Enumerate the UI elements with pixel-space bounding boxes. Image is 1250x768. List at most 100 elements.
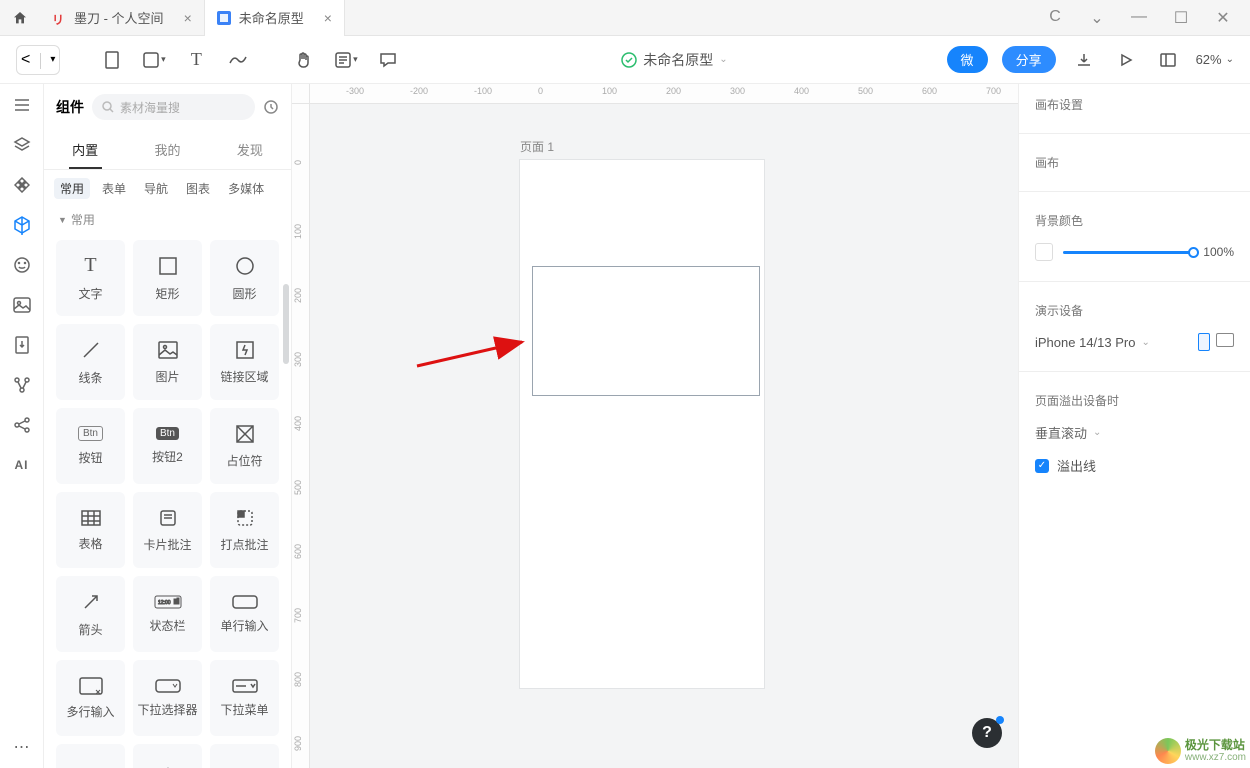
layers-icon[interactable]	[11, 134, 33, 156]
section-canvas: 画布	[1035, 154, 1234, 171]
panel-scrollbar[interactable]	[283, 284, 289, 364]
comp-placeholder[interactable]: 占位符	[210, 408, 279, 484]
outline-icon[interactable]	[11, 94, 33, 116]
panel-tabs: 内置 我的 发现	[44, 130, 291, 170]
watermark: 极光下载站 www.xz7.com	[1155, 738, 1246, 764]
note-icon[interactable]: ▾	[332, 46, 360, 74]
comp-textarea[interactable]: 多行输入	[56, 660, 125, 736]
comp-select[interactable]: 下拉选择器	[133, 660, 202, 736]
comp-star[interactable]	[133, 744, 202, 768]
wei-button[interactable]: 微	[947, 46, 988, 73]
shape-icon[interactable]: ▾	[140, 46, 168, 74]
document-title: 未命名原型	[643, 50, 713, 70]
section-header[interactable]: ▼常用	[44, 207, 291, 232]
cat-chart[interactable]: 图表	[180, 178, 216, 199]
comp-card-note[interactable]: 卡片批注	[133, 492, 202, 568]
chevron-down-icon[interactable]: ⌄	[719, 54, 727, 65]
color-swatch[interactable]	[1035, 243, 1053, 261]
download-icon[interactable]	[1070, 46, 1098, 74]
tree-icon[interactable]	[11, 374, 33, 396]
chevron-down-icon[interactable]: ▾	[50, 54, 55, 65]
maximize-icon[interactable]: ☐	[1172, 8, 1190, 28]
selection-rect[interactable]	[532, 266, 760, 396]
overflow-line-checkbox[interactable]: ✓	[1035, 459, 1049, 473]
comp-dot-note[interactable]: 打点批注	[210, 492, 279, 568]
comp-input[interactable]: 单行输入	[210, 576, 279, 652]
play-icon[interactable]	[1112, 46, 1140, 74]
hand-icon[interactable]	[290, 46, 318, 74]
tab-discover[interactable]: 发现	[209, 130, 291, 169]
image-icon[interactable]	[11, 294, 33, 316]
comp-text[interactable]: T文字	[56, 240, 125, 316]
comp-line[interactable]: 线条	[56, 324, 125, 400]
search-input[interactable]: 素材海量搜	[92, 94, 255, 120]
tab-builtin[interactable]: 内置	[44, 130, 126, 169]
cat-common[interactable]: 常用	[54, 178, 90, 199]
comp-button[interactable]: Btn按钮	[56, 408, 125, 484]
home-icon[interactable]	[0, 10, 40, 26]
page-icon[interactable]	[98, 46, 126, 74]
zoom-control[interactable]: 62%⌄	[1196, 52, 1234, 67]
panel-toggle-icon[interactable]	[1154, 46, 1182, 74]
browser-tab-1[interactable]: リ 墨刀 - 个人空间 ×	[40, 0, 205, 36]
comp-image[interactable]: 图片	[133, 324, 202, 400]
back-button-group[interactable]: < ｜ ▾	[16, 45, 60, 75]
minimize-icon[interactable]: —	[1130, 8, 1148, 28]
share-nodes-icon[interactable]	[11, 414, 33, 436]
annotation-arrow-top	[292, 184, 422, 274]
tab-mine[interactable]: 我的	[126, 130, 208, 169]
comp-arrow[interactable]: 箭头	[56, 576, 125, 652]
comp-circle[interactable]: 圆形	[210, 240, 279, 316]
comp-rect[interactable]: 矩形	[133, 240, 202, 316]
cat-nav[interactable]: 导航	[138, 178, 174, 199]
close-icon[interactable]: ×	[324, 10, 332, 26]
bg-opacity-slider[interactable]: 100%	[1035, 243, 1234, 261]
more-icon[interactable]: ⋯	[11, 736, 33, 758]
cat-form[interactable]: 表单	[96, 178, 132, 199]
comp-link-region[interactable]: 链接区域	[210, 324, 279, 400]
ruler-corner	[292, 84, 310, 104]
comment-icon[interactable]	[374, 46, 402, 74]
grid-icon[interactable]	[11, 174, 33, 196]
help-button[interactable]: ?	[972, 718, 1002, 748]
text-icon[interactable]: T	[182, 46, 210, 74]
comp-dropdown[interactable]: 下拉菜单	[210, 660, 279, 736]
overflow-label: 页面溢出设备时	[1035, 392, 1234, 409]
window-controls: C ⌄ — ☐ ✕	[1046, 8, 1250, 28]
device-select[interactable]: iPhone 14/13 Pro⌄	[1035, 335, 1150, 350]
panel-title: 组件	[56, 97, 84, 117]
refresh-icon[interactable]: C	[1046, 8, 1064, 28]
emoji-icon[interactable]	[11, 254, 33, 276]
history-icon[interactable]	[263, 99, 279, 115]
search-placeholder: 素材海量搜	[120, 99, 180, 116]
comp-button2[interactable]: Btn按钮2	[133, 408, 202, 484]
left-rail: AI ⋯	[0, 84, 44, 768]
connector-icon[interactable]	[224, 46, 252, 74]
page-label[interactable]: 页面 1	[520, 138, 554, 155]
components-icon[interactable]	[11, 214, 33, 236]
close-window-icon[interactable]: ✕	[1214, 8, 1232, 28]
scroll-select[interactable]: 垂直滚动⌄	[1035, 423, 1234, 442]
canvas[interactable]: -300 -200 -100 0 100 200 300 400 500 600…	[292, 84, 1018, 768]
close-icon[interactable]: ×	[184, 10, 192, 26]
ai-icon[interactable]: AI	[11, 454, 33, 476]
export-icon[interactable]	[11, 334, 33, 356]
orientation-icons[interactable]	[1198, 333, 1234, 351]
share-button[interactable]: 分享	[1002, 46, 1056, 73]
portrait-icon[interactable]	[1198, 333, 1210, 351]
comp-hexagon[interactable]	[56, 744, 125, 768]
comp-table[interactable]: 表格	[56, 492, 125, 568]
arrow-to-selection	[412, 334, 532, 374]
dropdown-icon[interactable]: ⌄	[1088, 8, 1106, 28]
comp-statusbar[interactable]: 12:00状态栏	[133, 576, 202, 652]
artboard[interactable]	[520, 160, 764, 688]
comp-triangle[interactable]	[210, 744, 279, 768]
document-title-area[interactable]: 未命名原型 ⌄	[416, 50, 932, 70]
saved-icon	[621, 52, 637, 68]
browser-tab-2[interactable]: 未命名原型 ×	[205, 0, 345, 36]
cat-media[interactable]: 多媒体	[222, 178, 270, 199]
annotation-arrow-a	[292, 184, 422, 274]
back-icon[interactable]: <	[21, 51, 30, 69]
landscape-icon[interactable]	[1216, 333, 1234, 347]
component-panel: 组件 素材海量搜 内置 我的 发现 常用 表单 导航 图表 多媒体 ▼常用 T文…	[44, 84, 292, 768]
